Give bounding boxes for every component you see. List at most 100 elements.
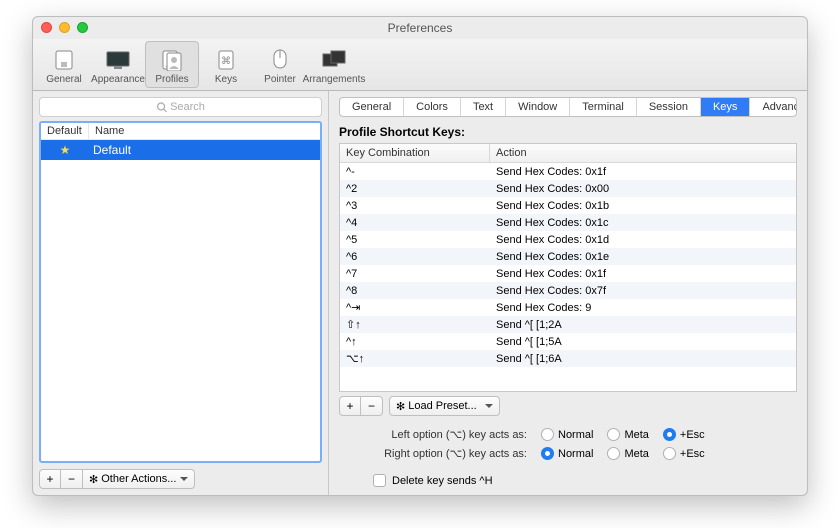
minimize-icon[interactable]	[59, 22, 70, 33]
radio-option[interactable]: Meta	[607, 428, 648, 441]
tab-keys[interactable]: Keys	[701, 98, 750, 116]
radio-option[interactable]: +Esc	[663, 447, 705, 460]
shortcut-table[interactable]: Key Combination Action ^-Send Hex Codes:…	[339, 143, 797, 392]
left-option-row: Left option (⌥) key acts as: NormalMeta+…	[363, 428, 797, 441]
cell-combo: ^7	[340, 268, 490, 280]
cell-combo: ⌥↑	[340, 352, 490, 365]
section-title: Profile Shortcut Keys:	[339, 125, 797, 139]
radio-label: Normal	[558, 448, 593, 460]
cell-action: Send Hex Codes: 0x1b	[490, 200, 796, 212]
delete-key-row: Delete key sends ^H	[363, 474, 797, 487]
add-profile-button[interactable]: +	[39, 469, 61, 489]
remove-profile-button[interactable]: −	[61, 469, 83, 489]
tab-terminal[interactable]: Terminal	[570, 98, 637, 116]
table-row[interactable]: ^6Send Hex Codes: 0x1e	[340, 248, 796, 265]
cell-combo: ^3	[340, 200, 490, 212]
close-icon[interactable]	[41, 22, 52, 33]
radio-option[interactable]: Meta	[607, 447, 648, 460]
other-actions-button[interactable]: ✻ Other Actions...	[83, 469, 195, 489]
gear-icon: ✻	[396, 400, 405, 413]
tab-general[interactable]: General	[340, 98, 404, 116]
table-body: ^-Send Hex Codes: 0x1f^2Send Hex Codes: …	[340, 163, 796, 391]
radio-label: Meta	[624, 429, 648, 441]
toolbar-keys[interactable]: ⌘ Keys	[199, 41, 253, 88]
general-icon	[51, 47, 77, 73]
table-row[interactable]: ^⇥Send Hex Codes: 9	[340, 299, 796, 316]
table-row[interactable]: ^↑Send ^[ [1;5A	[340, 333, 796, 350]
tab-colors[interactable]: Colors	[404, 98, 461, 116]
toolbar-label: Pointer	[264, 74, 296, 85]
tab-text[interactable]: Text	[461, 98, 506, 116]
toolbar-arrangements[interactable]: Arrangements	[307, 41, 361, 88]
cell-action: Send Hex Codes: 0x00	[490, 183, 796, 195]
radio-label: +Esc	[680, 429, 705, 441]
toolbar-profiles[interactable]: Profiles	[145, 41, 199, 88]
cell-action: Send ^[ [1;6A	[490, 353, 796, 365]
table-row[interactable]: ^-Send Hex Codes: 0x1f	[340, 163, 796, 180]
remove-shortcut-button[interactable]: −	[361, 396, 383, 416]
delete-key-label: Delete key sends ^H	[392, 475, 493, 487]
cell-combo: ^-	[340, 166, 490, 178]
table-row[interactable]: ^8Send Hex Codes: 0x7f	[340, 282, 796, 299]
toolbar-appearance[interactable]: Appearance	[91, 41, 145, 88]
cell-combo: ^⇥	[340, 301, 490, 314]
keys-icon: ⌘	[213, 47, 239, 73]
radio-label: Normal	[558, 429, 593, 441]
profile-row[interactable]: ★ Default	[41, 140, 320, 160]
preferences-window: Preferences General Appearance Profiles …	[32, 16, 808, 496]
profile-list-header: Default Name	[41, 123, 320, 140]
toolbar-label: General	[46, 74, 82, 85]
tab-session[interactable]: Session	[637, 98, 701, 116]
delete-key-checkbox[interactable]	[373, 474, 386, 487]
tab-window[interactable]: Window	[506, 98, 570, 116]
toolbar-label: Keys	[215, 74, 237, 85]
profiles-icon	[159, 47, 185, 73]
left-panel: Search Default Name ★ Default + − ✻ Othe…	[33, 91, 329, 495]
radio-label: Meta	[624, 448, 648, 460]
search-input[interactable]	[39, 97, 322, 117]
toolbar-label: Appearance	[91, 74, 145, 85]
radio-icon	[663, 447, 676, 460]
table-row[interactable]: ^3Send Hex Codes: 0x1b	[340, 197, 796, 214]
radio-icon	[663, 428, 676, 441]
radio-option[interactable]: Normal	[541, 447, 593, 460]
table-row[interactable]: ^4Send Hex Codes: 0x1c	[340, 214, 796, 231]
search-wrap: Search	[39, 97, 322, 117]
toolbar-general[interactable]: General	[37, 41, 91, 88]
tab-advanced[interactable]: Advanced	[750, 98, 797, 116]
appearance-icon	[105, 47, 131, 73]
toolbar: General Appearance Profiles ⌘ Keys Point…	[33, 39, 807, 91]
right-option-label: Right option (⌥) key acts as:	[363, 447, 527, 460]
cell-combo: ⇧↑	[340, 318, 490, 331]
toolbar-label: Profiles	[155, 74, 188, 85]
star-icon: ★	[41, 143, 89, 157]
option-key-settings: Left option (⌥) key acts as: NormalMeta+…	[339, 428, 797, 487]
titlebar[interactable]: Preferences	[33, 17, 807, 39]
right-option-radios: Normal Meta +Esc	[541, 447, 705, 460]
svg-text:⌘: ⌘	[221, 56, 231, 67]
col-key-combination[interactable]: Key Combination	[340, 144, 490, 162]
col-name[interactable]: Name	[89, 123, 320, 139]
table-row[interactable]: ^7Send Hex Codes: 0x1f	[340, 265, 796, 282]
cell-action: Send Hex Codes: 0x1c	[490, 217, 796, 229]
profile-name: Default	[89, 143, 320, 157]
radio-option[interactable]: Normal	[541, 428, 593, 441]
cell-action: Send Hex Codes: 0x1f	[490, 166, 796, 178]
profile-list[interactable]: Default Name ★ Default	[39, 121, 322, 463]
toolbar-pointer[interactable]: Pointer	[253, 41, 307, 88]
col-action[interactable]: Action	[490, 144, 796, 162]
table-row[interactable]: ⌥↑Send ^[ [1;6A	[340, 350, 796, 367]
cell-combo: ^4	[340, 217, 490, 229]
cell-action: Send Hex Codes: 0x1f	[490, 268, 796, 280]
load-preset-button[interactable]: ✻ Load Preset...	[389, 396, 500, 416]
add-shortcut-button[interactable]: +	[339, 396, 361, 416]
cell-combo: ^↑	[340, 336, 490, 348]
cell-action: Send Hex Codes: 9	[490, 302, 796, 314]
table-row[interactable]: ⇧↑Send ^[ [1;2A	[340, 316, 796, 333]
zoom-icon[interactable]	[77, 22, 88, 33]
cell-combo: ^2	[340, 183, 490, 195]
radio-option[interactable]: +Esc	[663, 428, 705, 441]
col-default[interactable]: Default	[41, 123, 89, 139]
table-row[interactable]: ^5Send Hex Codes: 0x1d	[340, 231, 796, 248]
table-row[interactable]: ^2Send Hex Codes: 0x00	[340, 180, 796, 197]
